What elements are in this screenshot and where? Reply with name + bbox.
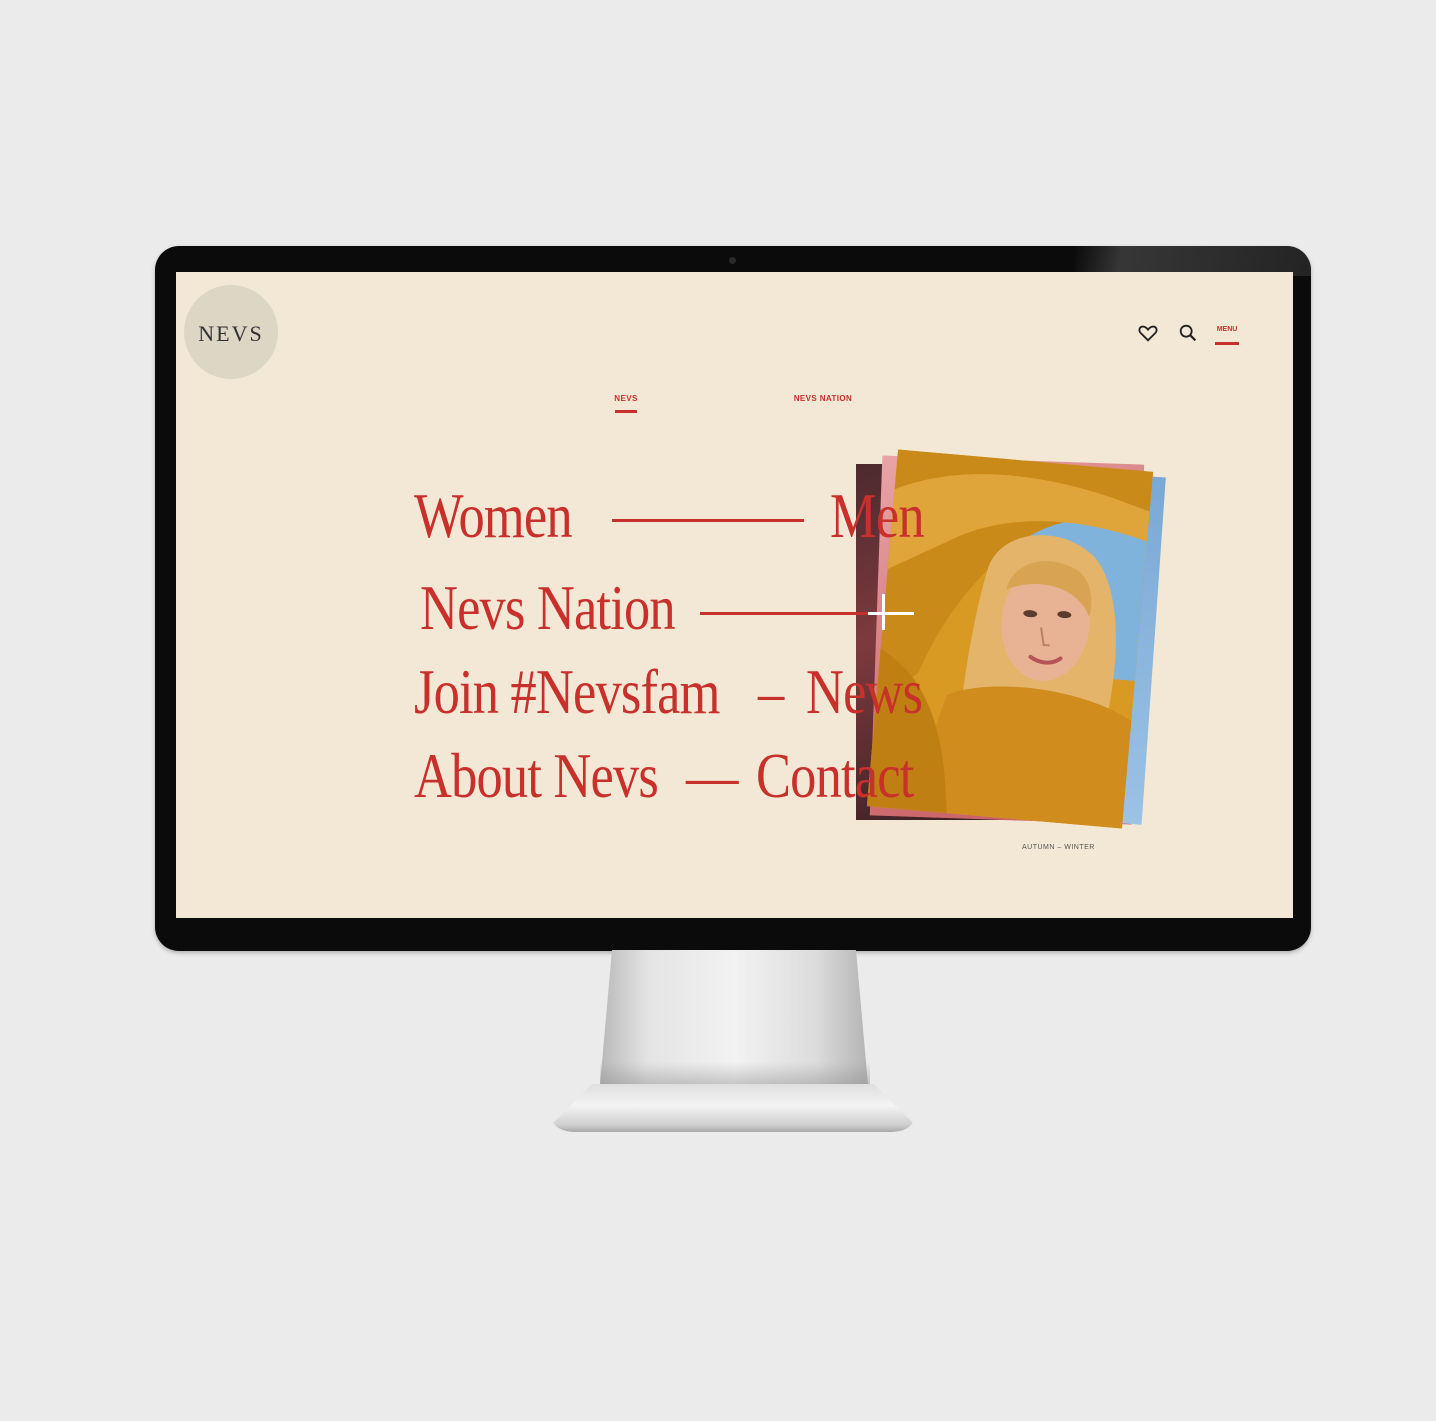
menu-link-men[interactable]: Men [830, 484, 925, 548]
menu-link-news[interactable]: News [806, 660, 923, 724]
heart-icon[interactable] [1137, 322, 1159, 344]
menu-link-women[interactable]: Women [414, 484, 573, 548]
menu-link-about-nevs[interactable]: About Nevs [414, 744, 659, 808]
tab-nevs[interactable]: NEVS [614, 394, 638, 403]
monitor-stand-shade [600, 1062, 870, 1085]
cursor-plus-horizontal [868, 612, 914, 615]
search-icon[interactable] [1177, 322, 1199, 344]
logo-text: NEVS [198, 321, 264, 346]
menu-dash [612, 519, 804, 522]
tab-nevs-nation[interactable]: NEVS NATION [788, 394, 858, 403]
header-actions: MENU [1133, 318, 1243, 348]
menu-underline [1215, 342, 1239, 345]
photo-caption: AUTUMN – WINTER [1022, 844, 1095, 851]
tab-active-underline [615, 410, 637, 413]
monitor-stand-base [552, 1084, 914, 1132]
menu-link-nevs-nation[interactable]: Nevs Nation [420, 576, 676, 640]
website-screen: NEVS MENU NEVS NEVS NATION Women Men Nev… [176, 272, 1293, 918]
menu-link-join-nevsfam[interactable]: Join #Nevsfam [414, 660, 720, 724]
menu-separator: — [686, 740, 738, 811]
menu-link-contact[interactable]: Contact [756, 744, 914, 808]
camera-dot [729, 257, 736, 264]
menu-button[interactable]: MENU [1215, 326, 1239, 333]
site-logo[interactable]: NEVS [184, 285, 278, 379]
menu-separator: – [758, 656, 784, 727]
